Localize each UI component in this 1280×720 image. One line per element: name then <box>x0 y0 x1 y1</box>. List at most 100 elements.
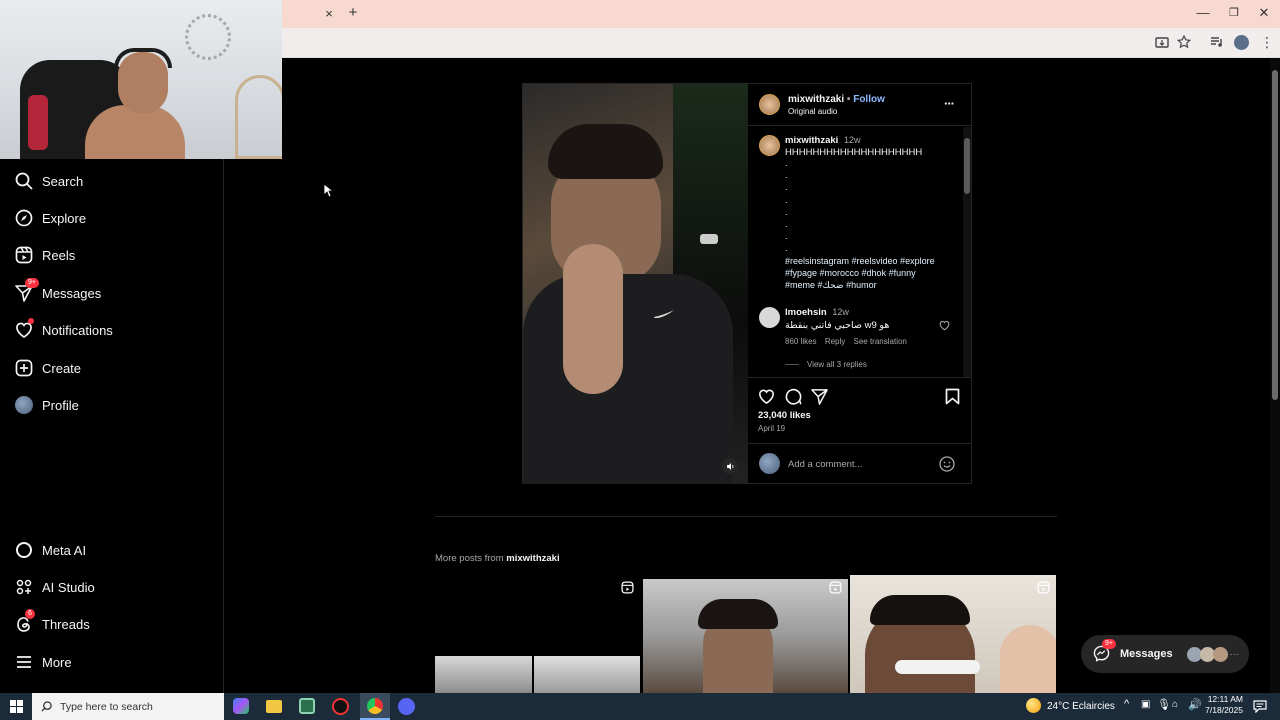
messages-pill[interactable]: 9+ Messages ··· <box>1081 635 1249 673</box>
nav-profile[interactable]: Profile <box>14 393 79 417</box>
post-sidebar: mixwithzaki • Follow Original audio ··· … <box>748 84 972 484</box>
clock-time: 12:11 AM <box>1207 694 1243 704</box>
original-audio-link[interactable]: Original audio <box>788 107 837 116</box>
profile-avatar[interactable] <box>1234 35 1249 50</box>
follow-button[interactable]: Follow <box>853 94 885 105</box>
emoji-icon[interactable] <box>939 456 955 472</box>
bookmark-star-icon[interactable] <box>1177 35 1191 49</box>
messenger-icon: 9+ <box>1093 639 1116 663</box>
store-icon[interactable] <box>299 698 315 714</box>
tray-app-icon[interactable]: ▣ <box>1141 699 1150 710</box>
replies-line <box>785 364 799 365</box>
video-car-light <box>700 234 718 244</box>
notification-dot <box>28 318 34 324</box>
nav-label: Explore <box>42 210 87 226</box>
caption-hashtags[interactable]: #reelsinstagram #reelsvideo #explore #fy… <box>785 255 935 291</box>
person-shoulders <box>85 105 185 159</box>
commenter-username[interactable]: lmoehsin <box>785 307 827 318</box>
caption-username[interactable]: mixwithzaki <box>785 135 838 146</box>
tab-close-button[interactable]: × <box>320 6 338 22</box>
nav-reels[interactable]: Reels <box>14 243 75 267</box>
nav-more[interactable]: More <box>14 650 72 674</box>
nav-search[interactable]: Search <box>14 169 83 193</box>
microphone-icon[interactable]: 🎙 <box>1157 698 1171 711</box>
weather-icon[interactable] <box>1026 698 1041 713</box>
nav-meta-ai[interactable]: Meta AI <box>14 538 86 562</box>
nav-ai-studio[interactable]: AI Studio <box>14 575 95 599</box>
add-comment-input[interactable]: Add a comment... <box>788 459 862 470</box>
network-icon[interactable]: ⌂ <box>1172 699 1178 710</box>
windows-start-icon[interactable] <box>10 700 23 713</box>
view-replies-button[interactable]: View all 3 replies <box>807 360 867 369</box>
ai-studio-icon <box>14 577 34 597</box>
tray-chevron-icon[interactable]: ^ <box>1124 698 1129 710</box>
threads-badge: 6 <box>25 609 35 619</box>
comment-likes[interactable]: 860 likes <box>785 337 817 346</box>
messages-badge: 9+ <box>25 278 39 288</box>
comment-reply-button[interactable]: Reply <box>825 337 845 346</box>
media-control-icon[interactable] <box>1210 35 1224 49</box>
share-send-icon[interactable] <box>811 388 828 405</box>
comment-like-heart-icon[interactable] <box>939 320 950 331</box>
install-app-icon[interactable] <box>1155 36 1169 50</box>
comments-scroll-thumb[interactable] <box>964 138 970 194</box>
notification-center-icon[interactable] <box>1253 700 1267 713</box>
file-explorer-icon[interactable] <box>266 700 282 713</box>
post-author-username[interactable]: mixwithzaki <box>788 94 844 105</box>
separator-dot: • <box>846 94 851 105</box>
plus-square-icon <box>14 358 34 378</box>
add-comment-bar: Add a comment... <box>748 443 972 484</box>
taskbar-search-box[interactable]: Type here to search 😄😳😍 <box>32 693 224 720</box>
comments-scrollbar[interactable] <box>963 127 971 377</box>
nav-label: Messages <box>42 285 102 301</box>
comment-time: 12w <box>832 307 849 317</box>
page-scrollbar[interactable] <box>1270 58 1280 693</box>
app-icon-red[interactable] <box>332 698 349 715</box>
nav-threads[interactable]: 6 Threads <box>14 609 90 636</box>
page-scroll-thumb[interactable] <box>1272 70 1278 400</box>
volume-tray-icon[interactable]: 🔊 <box>1188 698 1202 711</box>
post-author-avatar[interactable] <box>759 94 780 115</box>
nav-notifications[interactable]: Notifications <box>14 318 113 342</box>
likes-count[interactable]: 23,040 likes <box>758 410 811 421</box>
nav-create[interactable]: Create <box>14 356 81 380</box>
messages-pill-more: ··· <box>1229 649 1239 659</box>
nav-explore[interactable]: Explore <box>14 206 86 230</box>
discord-icon[interactable] <box>398 698 415 715</box>
commenter-avatar[interactable] <box>759 307 780 328</box>
video-hair <box>548 124 663 179</box>
chrome-taskbar-button[interactable] <box>360 693 390 720</box>
clock-date: 7/18/2025 <box>1205 705 1243 715</box>
minimize-button[interactable]: — <box>1194 5 1212 21</box>
browser-menu-icon[interactable]: ⋮ <box>1260 34 1274 51</box>
mute-button[interactable] <box>722 458 738 474</box>
instagram-sidebar: Search Explore Reels 9+ Messages Notific… <box>0 159 224 693</box>
post-modal: mixwithzaki • Follow Original audio ··· … <box>522 83 972 484</box>
post-thumbnail-1[interactable] <box>435 579 640 693</box>
copilot-icon[interactable] <box>233 698 249 714</box>
nav-messages[interactable]: 9+ Messages <box>14 278 102 305</box>
volume-icon <box>726 462 733 470</box>
post-options-icon[interactable]: ··· <box>944 96 955 111</box>
reel-video[interactable] <box>523 84 748 484</box>
messages-pill-label: Messages <box>1120 648 1173 660</box>
taskbar-clock[interactable]: 12:11 AM 7/18/2025 <box>1203 694 1243 716</box>
see-translation-button[interactable]: See translation <box>854 337 907 346</box>
comment-bubble-icon[interactable] <box>785 388 802 405</box>
taskbar-search-placeholder: Type here to search <box>60 700 153 713</box>
save-bookmark-icon[interactable] <box>945 388 960 405</box>
thumbnail-1-image-right <box>534 656 640 693</box>
more-posts-username[interactable]: mixwithzaki <box>506 553 559 564</box>
weather-text[interactable]: 24°C Eclaircies <box>1047 701 1115 712</box>
comment-text: صاحبي فاتني بنقطة w9 هو <box>785 320 890 331</box>
like-heart-icon[interactable] <box>758 388 775 405</box>
maximize-button[interactable]: ❐ <box>1225 5 1243 21</box>
new-tab-button[interactable]: + <box>344 5 362 21</box>
window-close-button[interactable]: ✕ <box>1255 5 1273 21</box>
post-thumbnail-3[interactable] <box>850 575 1056 693</box>
nav-label: Profile <box>42 397 79 413</box>
caption-dots: ......... <box>785 158 788 266</box>
post-thumbnail-2[interactable] <box>643 579 848 693</box>
caption-author-avatar[interactable] <box>759 135 780 156</box>
post-header: mixwithzaki • Follow Original audio ··· <box>748 84 972 126</box>
